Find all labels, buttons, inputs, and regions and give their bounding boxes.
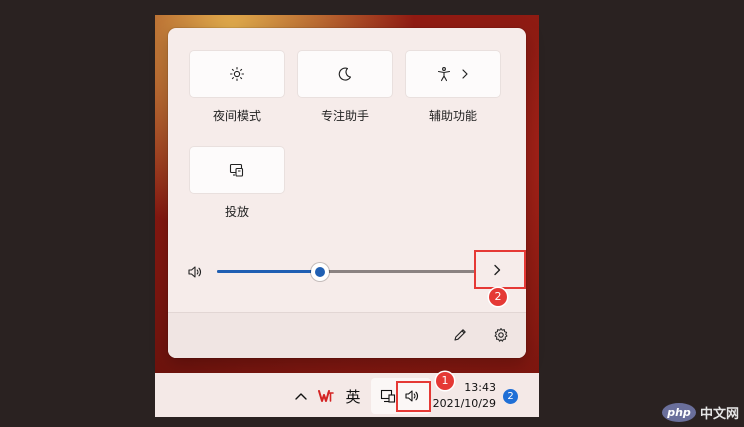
watermark-text: 中文网 — [700, 407, 740, 422]
clock-date: 2021/10/29 — [432, 397, 496, 410]
annotation-box-volume — [396, 381, 431, 412]
cast-button[interactable] — [190, 147, 284, 193]
show-hidden-icons-button[interactable] — [293, 388, 309, 404]
speaker-icon[interactable] — [187, 264, 203, 280]
quick-settings-panel: 夜间模式 专注助手 辅助功能 投放 — [168, 28, 526, 358]
cast-icon — [229, 163, 244, 177]
annotation-badge-1: 1 — [436, 372, 454, 390]
volume-slider-thumb[interactable] — [311, 263, 330, 281]
volume-slider-fill — [217, 270, 321, 273]
edit-quick-settings-button[interactable] — [450, 325, 470, 345]
focus-assist-button[interactable] — [298, 51, 392, 97]
input-method-indicator[interactable]: 英 — [344, 386, 362, 406]
gear-icon — [494, 328, 508, 342]
chevron-up-icon — [295, 393, 307, 400]
accessibility-label: 辅助功能 — [428, 109, 477, 123]
wps-icon — [318, 390, 334, 402]
watermark-logo: php — [662, 403, 696, 422]
accessibility-button[interactable] — [406, 51, 500, 97]
notification-count-badge[interactable]: 2 — [503, 389, 518, 404]
volume-slider-track[interactable] — [217, 270, 475, 273]
annotation-box-expand — [474, 250, 526, 289]
cast-label: 投放 — [224, 205, 249, 219]
moon-icon — [338, 67, 352, 81]
night-light-icon — [229, 66, 245, 82]
pencil-icon — [454, 329, 466, 341]
annotation-badge-2: 2 — [489, 288, 507, 306]
accessibility-icon — [437, 67, 451, 82]
quick-settings-footer — [168, 312, 526, 358]
wps-tray-button[interactable] — [317, 387, 335, 405]
watermark: php 中文网 — [662, 403, 739, 422]
night-light-label: 夜间模式 — [212, 109, 261, 123]
night-light-button[interactable] — [190, 51, 284, 97]
focus-assist-label: 专注助手 — [320, 109, 369, 123]
settings-button[interactable] — [491, 325, 511, 345]
chevron-right-icon — [462, 69, 468, 79]
network-icon — [380, 389, 396, 403]
